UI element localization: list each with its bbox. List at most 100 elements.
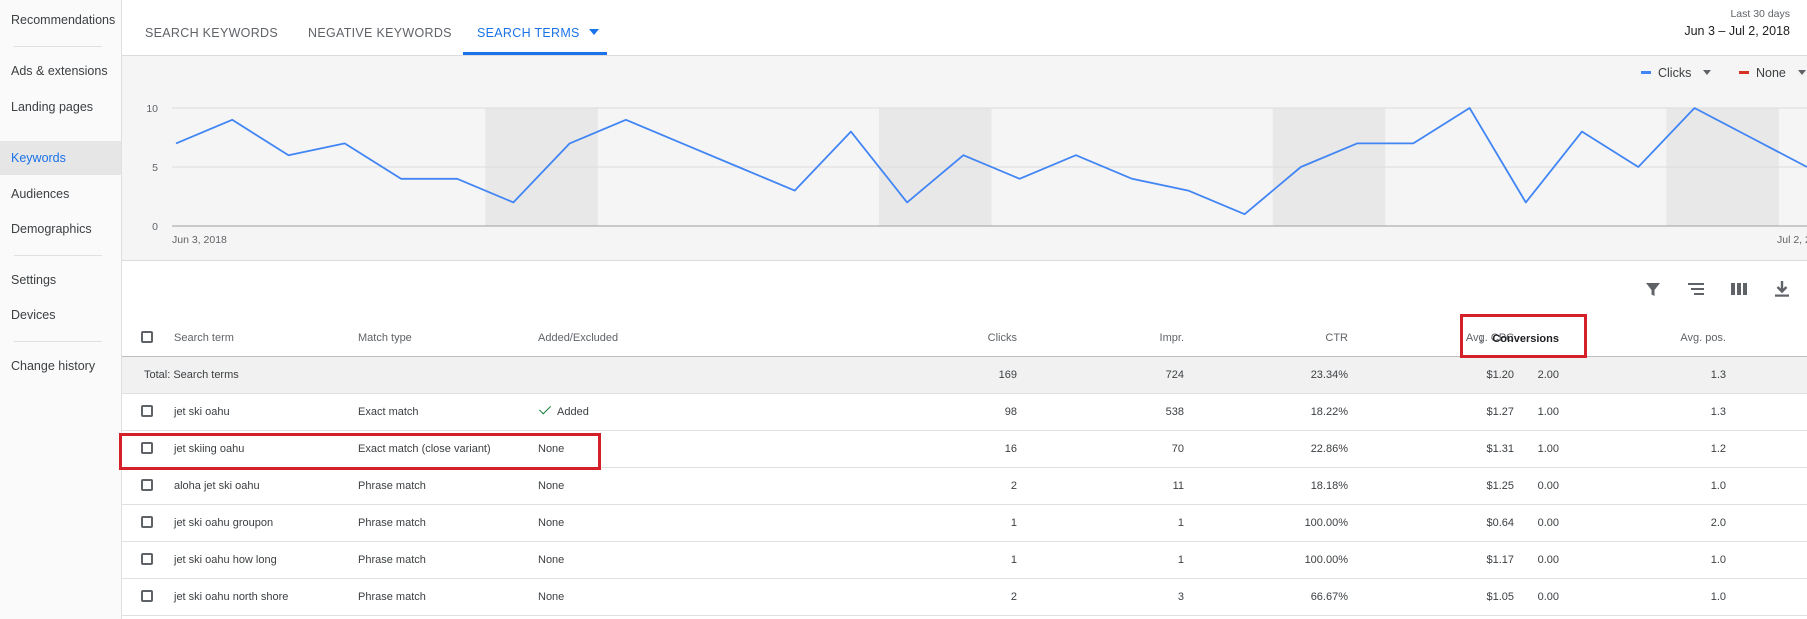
avg-cpc-cell: $1.05 [1486, 591, 1514, 603]
clicks-line-chart: 0 5 10 Jun 3, 2018 Jul 2, 2018 [146, 103, 1807, 246]
row-checkbox[interactable] [141, 442, 153, 454]
impr-cell: 538 [1165, 406, 1184, 418]
impr-cell: 1 [1177, 554, 1184, 566]
filter-icon[interactable] [1642, 278, 1664, 300]
keyword-tabs: SEARCH KEYWORDS NEGATIVE KEYWORDS SEARCH… [122, 0, 1807, 56]
sidebar-divider [14, 46, 102, 47]
impr-cell: 1 [1177, 517, 1184, 529]
ctr-cell: 100.00% [1304, 517, 1348, 529]
conversions-cell: 1.00 [1537, 443, 1559, 455]
match-type-cell: Exact match (close variant) [358, 443, 491, 455]
avg-pos-cell: 1.0 [1710, 591, 1726, 603]
active-tab-indicator [463, 52, 607, 55]
left-nav: Recommendations Ads & extensions Landing… [0, 0, 122, 619]
tab-label: SEARCH KEYWORDS [145, 26, 278, 40]
added-status: None [538, 517, 565, 529]
avg-cpc-cell: $1.17 [1486, 554, 1514, 566]
select-all-checkbox[interactable] [141, 331, 153, 343]
header-impr[interactable]: Impr. [1160, 320, 1184, 356]
search-term-cell: jet skiing oahu [174, 443, 245, 455]
sidebar-item-recommendations[interactable]: Recommendations [0, 3, 121, 37]
sidebar-divider [14, 255, 102, 256]
total-clicks: 169 [998, 369, 1017, 381]
sidebar-item-demographics[interactable]: Demographics [0, 212, 121, 246]
clicks-cell: 2 [1010, 591, 1017, 603]
columns-icon[interactable] [1728, 278, 1750, 300]
tab-label: SEARCH TERMS [477, 26, 580, 40]
sort-down-icon: ↓ [1478, 331, 1485, 345]
search-term-cell: jet ski oahu [174, 406, 230, 418]
impr-cell: 11 [1172, 480, 1184, 492]
avg-pos-cell: 1.0 [1710, 480, 1726, 492]
table-row: jet ski oahu north shore Phrase match None… [122, 579, 1807, 616]
impr-cell: 70 [1171, 443, 1184, 455]
avg-cpc-cell: $0.64 [1486, 517, 1514, 529]
x-tick-label: Jun 3, 2018 [172, 234, 227, 246]
avg-cpc-cell: $1.27 [1486, 406, 1514, 418]
conversions-cell: 0.00 [1537, 517, 1559, 529]
match-type-cell: Exact match [358, 406, 419, 418]
row-checkbox[interactable] [141, 405, 153, 417]
match-type-cell: Phrase match [358, 480, 426, 492]
conversions-cell: 0.00 [1537, 591, 1559, 603]
tab-negative-keywords[interactable]: NEGATIVE KEYWORDS [308, 0, 452, 55]
row-checkbox[interactable] [141, 516, 153, 528]
row-checkbox[interactable] [141, 479, 153, 491]
total-conversions: 2.00 [1537, 369, 1559, 381]
added-status: None [538, 591, 565, 603]
sidebar-item-keywords[interactable]: Keywords [0, 141, 121, 175]
table-row: jet skiing oahu Exact match (close varian… [122, 431, 1807, 468]
ctr-cell: 18.22% [1310, 406, 1348, 418]
match-type-cell: Phrase match [358, 591, 426, 603]
header-clicks[interactable]: Clicks [988, 320, 1017, 356]
date-range-picker[interactable]: Jun 3 – Jul 2, 2018 [1684, 24, 1790, 38]
search-term-cell: jet ski oahu how long [174, 554, 277, 566]
header-added-excluded[interactable]: Added/Excluded [538, 320, 618, 356]
sidebar-item-settings[interactable]: Settings [0, 263, 121, 297]
clicks-cell: 2 [1010, 480, 1017, 492]
clicks-cell: 1 [1010, 517, 1017, 529]
table-row: jet ski oahu Exact match Added 98 538 18.22% $… [122, 394, 1807, 431]
tab-search-keywords[interactable]: SEARCH KEYWORDS [145, 0, 278, 55]
match-type-cell: Phrase match [358, 554, 426, 566]
sidebar-item-devices[interactable]: Devices [0, 298, 121, 332]
y-tick-label: 0 [152, 221, 158, 233]
table-row: aloha jet ski oahu Phrase match None 2 11 18.… [122, 468, 1807, 505]
header-avg-pos[interactable]: Avg. pos. [1680, 320, 1726, 356]
table-row: jet ski oahu groupon Phrase match None 1 1 10… [122, 505, 1807, 542]
y-tick-label: 10 [146, 103, 158, 115]
table-row: jet ski oahu how long Phrase match None 1 1 1… [122, 542, 1807, 579]
segment-icon[interactable] [1685, 278, 1707, 300]
sidebar-divider [14, 341, 102, 342]
conversions-cell: 1.00 [1537, 406, 1559, 418]
sidebar-item-ads-extensions[interactable]: Ads & extensions [0, 54, 121, 88]
total-avg-pos: 1.3 [1710, 369, 1726, 381]
added-status-label: Added [557, 406, 589, 418]
ctr-cell: 100.00% [1304, 554, 1348, 566]
x-tick-label: Jul 2, 2018 [1777, 234, 1807, 246]
sidebar-item-landing-pages[interactable]: Landing pages [0, 90, 121, 124]
clicks-cell: 16 [1004, 443, 1017, 455]
header-search-term[interactable]: Search term [174, 320, 234, 356]
header-ctr[interactable]: CTR [1325, 320, 1348, 356]
avg-cpc-cell: $1.25 [1486, 480, 1514, 492]
conversions-cell: 0.00 [1537, 480, 1559, 492]
total-ctr: 23.34% [1310, 369, 1348, 381]
ctr-cell: 22.86% [1310, 443, 1348, 455]
ctr-cell: 66.67% [1310, 591, 1348, 603]
sidebar-item-audiences[interactable]: Audiences [0, 177, 121, 211]
download-icon[interactable] [1771, 278, 1793, 300]
tab-search-terms[interactable]: SEARCH TERMS [477, 0, 599, 55]
avg-pos-cell: 1.3 [1710, 406, 1726, 418]
table-header-row: Search term Match type Added/Excluded Cl… [122, 320, 1807, 357]
avg-pos-cell: 1.0 [1710, 554, 1726, 566]
search-term-cell: aloha jet ski oahu [174, 480, 260, 492]
impr-cell: 3 [1177, 591, 1184, 603]
sidebar-item-change-history[interactable]: Change history [0, 349, 121, 383]
header-match-type[interactable]: Match type [358, 320, 412, 356]
avg-pos-cell: 2.0 [1710, 517, 1726, 529]
total-avg-cpc: $1.20 [1486, 369, 1514, 381]
header-conversions[interactable]: ↓ Conversions [1478, 320, 1559, 357]
row-checkbox[interactable] [141, 553, 153, 565]
row-checkbox[interactable] [141, 590, 153, 602]
